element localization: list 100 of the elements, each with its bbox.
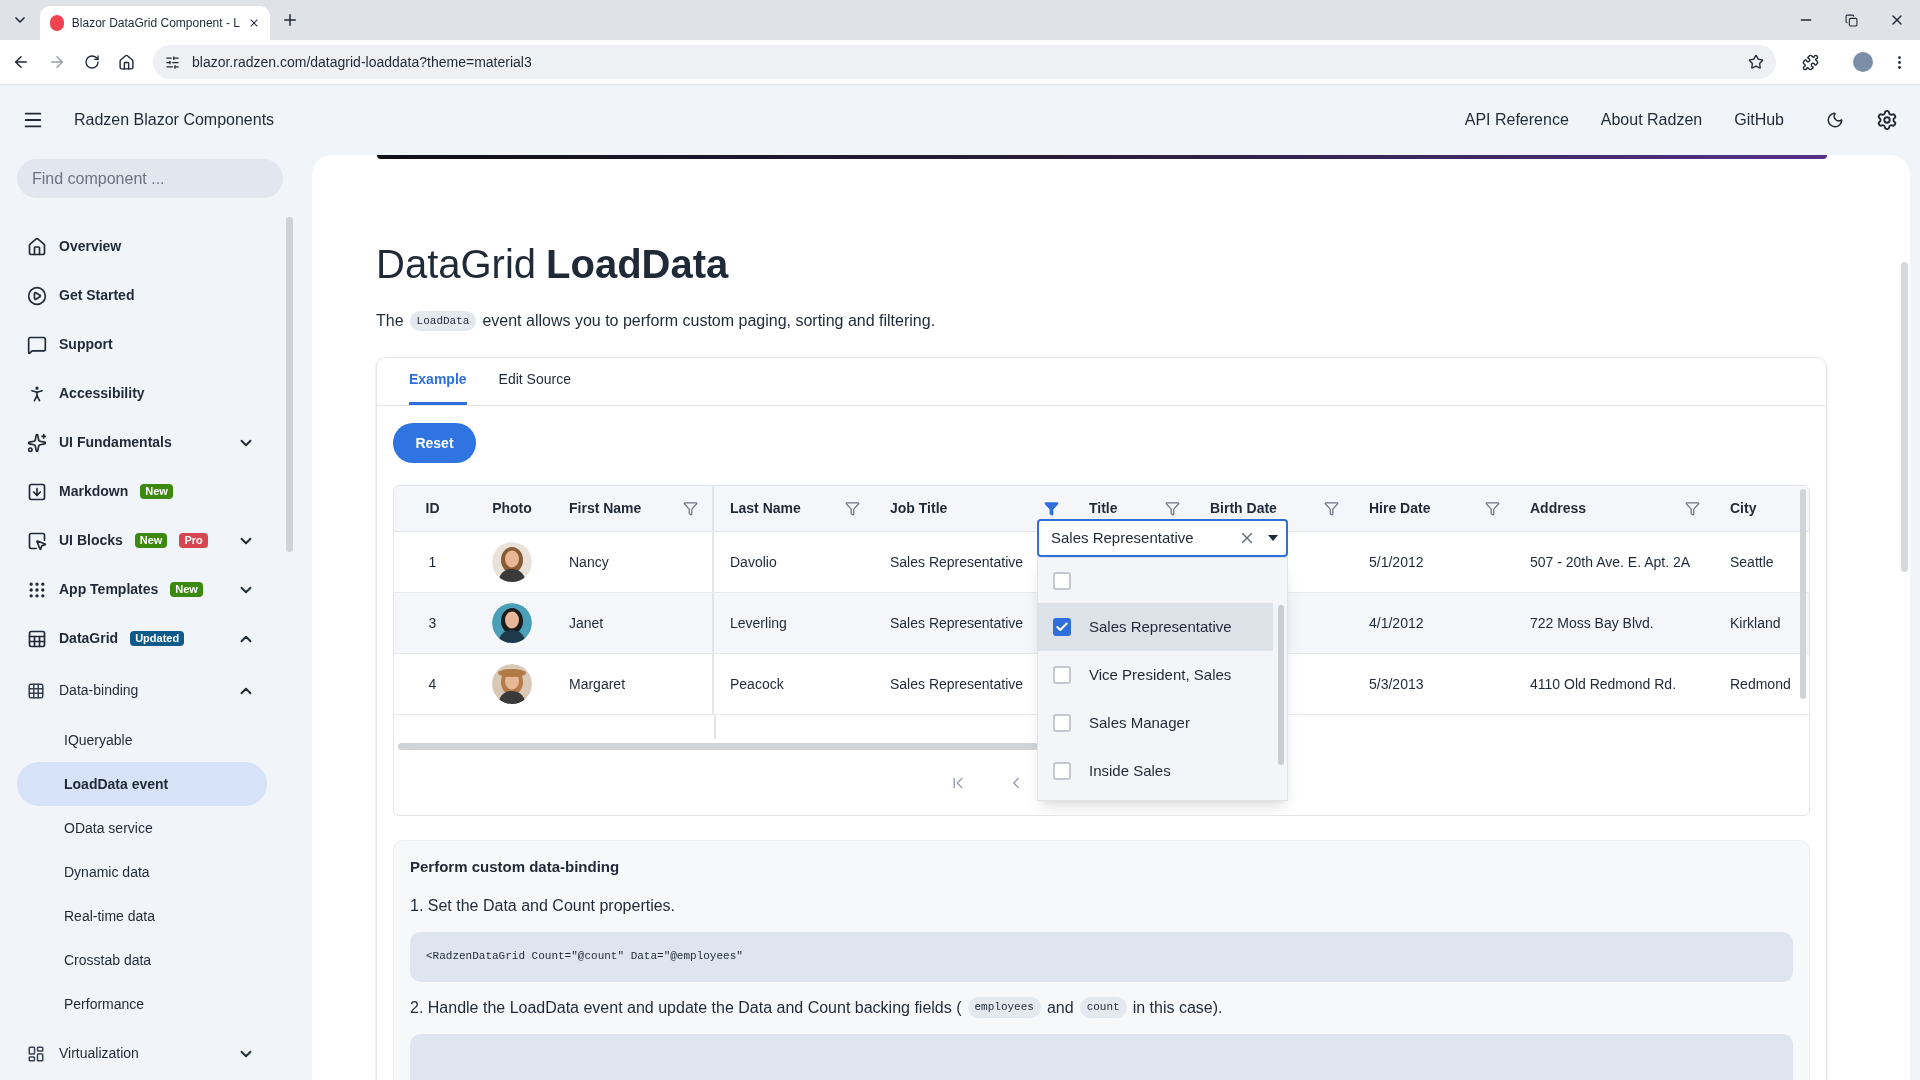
column-header[interactable]: Hire Date <box>1353 486 1514 531</box>
nav-subitem[interactable]: Crosstab data <box>17 938 267 982</box>
caret-icon[interactable] <box>1268 535 1278 541</box>
tab[interactable]: Edit Source <box>498 357 571 405</box>
grid-icon <box>27 681 45 700</box>
nav-item[interactable]: Virtualization <box>17 1026 267 1080</box>
nav-item[interactable]: DataGrid Updated <box>17 614 267 663</box>
checkbox[interactable] <box>1053 666 1071 684</box>
nav-item[interactable]: Overview <box>17 222 267 271</box>
filter-icon[interactable] <box>1324 501 1339 516</box>
filter-icon[interactable] <box>845 501 860 516</box>
header-link[interactable]: About Radzen <box>1600 108 1703 132</box>
table-icon <box>27 628 47 649</box>
table-cell-text: 4/1/2012 <box>1369 613 1424 633</box>
dropdown-option[interactable]: Sales Manager <box>1038 699 1273 747</box>
dropdown-option[interactable]: Sales Representative <box>1038 603 1273 651</box>
code-chip: count <box>1079 997 1127 1018</box>
table-cell-text: 1 <box>428 552 437 572</box>
tab[interactable]: Example <box>409 357 467 405</box>
tab-title: Blazor DataGrid Component - L <box>71 15 240 32</box>
table-cell-text: Sales Representative <box>890 613 1024 633</box>
nav-item[interactable]: UI Blocks New Pro <box>17 516 267 565</box>
filter-icon[interactable] <box>1165 501 1180 516</box>
nav-item[interactable]: Support <box>17 320 267 369</box>
restore-icon[interactable] <box>1845 13 1858 27</box>
column-header[interactable]: City <box>1714 486 1794 531</box>
scrollbar-thumb[interactable] <box>1901 262 1908 572</box>
moon-icon[interactable] <box>1826 111 1844 129</box>
column-header[interactable]: First Name <box>553 486 714 531</box>
nav-item[interactable]: Get Started <box>17 271 267 320</box>
filter-icon[interactable] <box>1485 501 1500 516</box>
nav-label: DataGrid <box>59 629 119 648</box>
home-icon[interactable] <box>118 53 135 71</box>
step-text: 1. Set the Data and Count properties. <box>410 895 677 916</box>
header-link[interactable]: API Reference <box>1464 108 1569 132</box>
address-field[interactable]: blazor.radzen.com/datagrid-loaddata?theme=material3 <box>153 45 1776 79</box>
table-cell-text: Kirkland <box>1730 613 1781 633</box>
table-cell-text: 3 <box>428 613 437 633</box>
scrollbar-thumb[interactable] <box>1278 605 1284 765</box>
extensions-icon[interactable] <box>1802 53 1819 71</box>
nav-label: Support <box>59 335 113 354</box>
settings-icon[interactable] <box>1876 109 1898 131</box>
nav-item[interactable]: UI Fundamentals <box>17 418 267 467</box>
new-tab-icon[interactable] <box>281 11 299 29</box>
table-cell-text: Janet <box>569 613 604 633</box>
code-chip: LoadData <box>409 310 477 332</box>
url-text: blazor.radzen.com/datagrid-loaddata?theme=material3 <box>192 52 533 72</box>
filter-dropdown[interactable]: Sales Representative <box>1037 519 1288 557</box>
reload-icon[interactable] <box>84 54 100 70</box>
filter-icon[interactable] <box>1685 501 1700 516</box>
description-text: The <box>376 311 404 331</box>
dropdown-option[interactable]: Vice President, Sales <box>1038 651 1273 699</box>
nav-item[interactable]: Markdown New <box>17 467 267 516</box>
nav-subitem[interactable]: IQueryable <box>17 718 267 762</box>
scrollbar-thumb[interactable] <box>1800 489 1806 699</box>
checkbox[interactable] <box>1053 714 1071 732</box>
filter-icon[interactable] <box>1044 501 1059 516</box>
pointer-icon <box>27 530 47 551</box>
nav-item[interactable]: Accessibility <box>17 369 267 418</box>
badge: New <box>134 533 168 548</box>
column-header[interactable]: ID <box>394 486 471 531</box>
reset-button[interactable]: Reset <box>393 423 476 463</box>
nav-subitem[interactable]: OData service <box>17 806 267 850</box>
table-cell-text: Margaret <box>569 674 626 694</box>
description-text: event allows you to perform custom paging, sorting and filtering. <box>482 311 936 331</box>
site-info-icon[interactable] <box>165 54 180 70</box>
scrollbar-thumb[interactable] <box>398 743 1038 750</box>
column-header[interactable]: Last Name <box>714 486 874 531</box>
checkbox[interactable] <box>1053 762 1071 780</box>
bookmark-icon[interactable] <box>1748 54 1764 70</box>
dropdown-option[interactable]: Inside Sales <box>1038 747 1273 795</box>
checkbox[interactable] <box>1053 618 1071 636</box>
search-input[interactable]: Find component ... <box>32 166 268 191</box>
section-heading: Perform custom data-binding <box>410 857 621 877</box>
nav-subitem[interactable]: Dynamic data <box>17 850 267 894</box>
message-icon <box>27 334 47 355</box>
checkbox[interactable] <box>1053 571 1071 590</box>
app-title: Radzen Blazor Components <box>74 110 275 130</box>
scrollbar-thumb[interactable] <box>286 217 293 552</box>
code-chip: employees <box>967 997 1041 1018</box>
nav-subitem[interactable]: LoadData event <box>17 762 267 806</box>
nav-item[interactable]: App Templates New <box>17 565 267 614</box>
browser-tab[interactable]: Blazor DataGrid Component - L <box>40 6 270 40</box>
markdown-icon <box>27 481 47 502</box>
nav-subitem[interactable]: Performance <box>17 982 267 1026</box>
table-cell-text: 5/1/2012 <box>1369 552 1424 572</box>
filter-icon[interactable] <box>683 501 698 516</box>
table-cell-text: Leverling <box>730 613 787 633</box>
search-field[interactable]: Find component ... <box>17 159 283 198</box>
table-cell-text: Nancy <box>569 552 609 572</box>
nav-subitem[interactable]: Real-time data <box>17 894 267 938</box>
column-header[interactable]: Photo <box>471 486 553 531</box>
page-title: DataGrid <box>376 241 537 288</box>
header-link[interactable]: GitHub <box>1734 108 1784 132</box>
back-icon[interactable] <box>12 53 30 71</box>
column-header[interactable]: Address <box>1514 486 1714 531</box>
favicon-icon <box>50 15 64 31</box>
profile-avatar[interactable] <box>1853 52 1873 72</box>
forward-icon[interactable] <box>48 53 66 71</box>
nav-item[interactable]: Data-binding <box>17 663 267 718</box>
